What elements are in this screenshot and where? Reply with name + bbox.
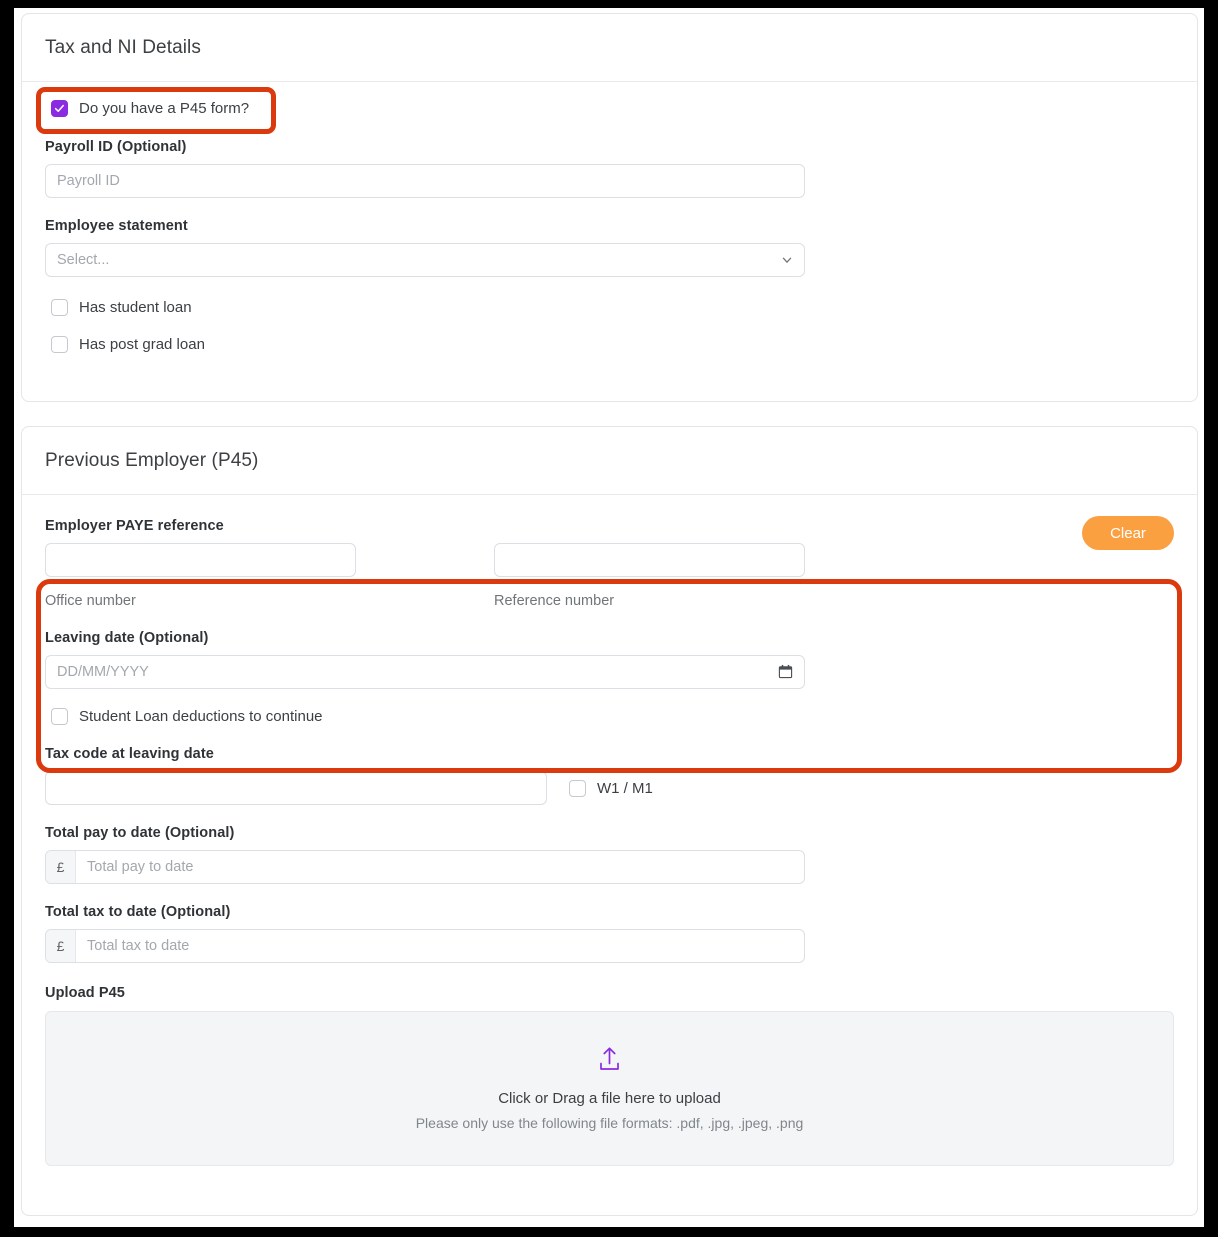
has-post-grad-loan-label: Has post grad loan bbox=[79, 336, 205, 353]
check-icon bbox=[54, 104, 64, 112]
has-student-loan-row[interactable]: Has student loan bbox=[51, 299, 1174, 316]
total-pay-field[interactable]: £ bbox=[45, 850, 805, 884]
has-student-loan-label: Has student loan bbox=[79, 299, 192, 316]
leaving-date-input[interactable] bbox=[45, 655, 805, 689]
office-number-group: Office number bbox=[45, 543, 356, 609]
payroll-id-label: Payroll ID (Optional) bbox=[45, 139, 187, 155]
leaving-date-label: Leaving date (Optional) bbox=[45, 630, 209, 646]
clear-button[interactable]: Clear bbox=[1082, 516, 1174, 550]
employee-statement-select-value: Select... bbox=[45, 243, 805, 277]
p45-checkbox-row[interactable]: Do you have a P45 form? bbox=[51, 100, 1174, 117]
student-loan-continue-row[interactable]: Student Loan deductions to continue bbox=[51, 708, 1174, 725]
dropzone-main-text: Click or Drag a file here to upload bbox=[498, 1090, 721, 1107]
total-tax-group: Total tax to date (Optional) £ bbox=[45, 904, 1174, 963]
calendar-icon[interactable] bbox=[778, 664, 793, 679]
student-loan-continue-label: Student Loan deductions to continue bbox=[79, 708, 323, 725]
reference-number-input[interactable] bbox=[494, 543, 805, 577]
tax-and-ni-details-card: Tax and NI Details Do you have a P45 for… bbox=[21, 13, 1198, 402]
pound-symbol-icon-2: £ bbox=[46, 930, 76, 962]
page-root: Tax and NI Details Do you have a P45 for… bbox=[14, 8, 1204, 1227]
paye-reference-group: Employer PAYE reference Office number Re… bbox=[45, 518, 1174, 609]
w1-m1-label: W1 / M1 bbox=[597, 779, 653, 797]
p45-checkbox-label: Do you have a P45 form? bbox=[79, 100, 250, 117]
total-tax-input[interactable] bbox=[76, 930, 804, 962]
tax-card-body: Do you have a P45 form? Payroll ID (Opti… bbox=[22, 100, 1197, 353]
has-student-loan-checkbox[interactable] bbox=[51, 299, 68, 316]
has-post-grad-loan-row[interactable]: Has post grad loan bbox=[51, 336, 1174, 353]
dropzone-sub-text: Please only use the following file forma… bbox=[415, 1115, 804, 1131]
has-post-grad-loan-checkbox[interactable] bbox=[51, 336, 68, 353]
screenshot-frame: Tax and NI Details Do you have a P45 for… bbox=[0, 0, 1218, 1237]
total-pay-group: Total pay to date (Optional) £ bbox=[45, 825, 1174, 884]
reference-number-caption: Reference number bbox=[494, 593, 615, 609]
tax-code-label: Tax code at leaving date bbox=[45, 746, 214, 762]
total-tax-label: Total tax to date (Optional) bbox=[45, 904, 231, 920]
w1-m1-checkbox[interactable] bbox=[569, 779, 586, 797]
employee-statement-group: Employee statement Select... bbox=[45, 218, 1174, 277]
tax-card-header: Tax and NI Details bbox=[22, 14, 1197, 82]
total-tax-field[interactable]: £ bbox=[45, 929, 805, 963]
payroll-id-input[interactable] bbox=[45, 164, 805, 198]
payroll-id-group: Payroll ID (Optional) bbox=[45, 139, 1174, 198]
pound-symbol-icon: £ bbox=[46, 851, 76, 883]
previous-employer-card-body: Employer PAYE reference Office number Re… bbox=[22, 518, 1197, 1166]
leaving-date-group: Leaving date (Optional) bbox=[45, 630, 1174, 689]
office-number-caption: Office number bbox=[45, 593, 136, 609]
file-dropzone[interactable]: Click or Drag a file here to upload Plea… bbox=[45, 1011, 1174, 1166]
employee-statement-select[interactable]: Select... bbox=[45, 243, 805, 277]
tax-code-group: Tax code at leaving date W1 / M1 bbox=[45, 746, 1174, 805]
upload-icon bbox=[597, 1046, 622, 1078]
upload-p45-group: Upload P45 Click or Drag a file here to … bbox=[45, 985, 1174, 1166]
total-pay-input[interactable] bbox=[76, 851, 804, 883]
p45-checkbox[interactable] bbox=[51, 100, 68, 117]
page-title: Tax and NI Details bbox=[45, 36, 201, 58]
paye-reference-inputs-row: Office number Reference number bbox=[45, 543, 1174, 609]
previous-employer-title: Previous Employer (P45) bbox=[45, 449, 259, 471]
leaving-date-field[interactable] bbox=[45, 655, 805, 689]
total-pay-label: Total pay to date (Optional) bbox=[45, 825, 235, 841]
previous-employer-card-header: Previous Employer (P45) bbox=[22, 427, 1197, 495]
previous-employer-card: Previous Employer (P45) Clear Employer P… bbox=[21, 426, 1198, 1216]
employee-statement-label: Employee statement bbox=[45, 218, 188, 234]
upload-p45-label: Upload P45 bbox=[45, 985, 125, 1001]
reference-number-group: Reference number bbox=[494, 543, 805, 609]
paye-reference-label: Employer PAYE reference bbox=[45, 518, 224, 534]
tax-code-row: W1 / M1 bbox=[45, 771, 1174, 805]
tax-code-input[interactable] bbox=[45, 771, 547, 805]
office-number-input[interactable] bbox=[45, 543, 356, 577]
student-loan-continue-checkbox[interactable] bbox=[51, 708, 68, 725]
